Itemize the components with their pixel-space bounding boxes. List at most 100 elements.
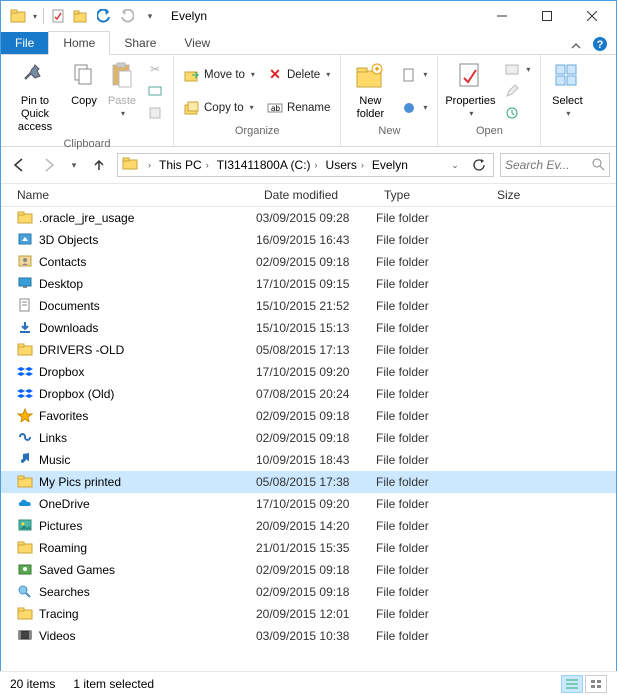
downloads-icon [17, 320, 33, 336]
file-row[interactable]: DRIVERS -OLD05/08/2015 17:13File folder [1, 339, 616, 361]
properties-button[interactable]: Properties ▾ [442, 58, 498, 121]
easy-access-button[interactable]: ▾ [397, 97, 431, 119]
title-bar: ▾ ▾ Evelyn [1, 1, 616, 31]
col-type[interactable]: Type [376, 184, 489, 206]
file-type: File folder [376, 607, 489, 621]
file-name: Downloads [39, 321, 98, 335]
refresh-button[interactable] [467, 153, 491, 177]
crumb-this-pc[interactable]: This PC› [155, 158, 213, 172]
file-row[interactable]: Downloads15/10/2015 15:13File folder [1, 317, 616, 339]
file-row[interactable]: OneDrive17/10/2015 09:20File folder [1, 493, 616, 515]
properties-icon[interactable] [47, 5, 69, 27]
file-name: Dropbox [39, 365, 84, 379]
rename-button[interactable]: abRename [263, 97, 334, 119]
search-box[interactable] [500, 153, 610, 177]
quick-access-toolbar: ▾ ▾ [7, 5, 161, 27]
contacts-icon [17, 254, 33, 270]
paste-button: Paste ▾ [103, 58, 141, 121]
folder-icon [17, 210, 33, 226]
file-name: Links [39, 431, 67, 445]
file-name: Desktop [39, 277, 83, 291]
maximize-button[interactable] [524, 2, 569, 30]
paste-label: Paste [108, 95, 136, 108]
file-row[interactable]: Music10/09/2015 18:43File folder [1, 449, 616, 471]
qat-dropdown-icon[interactable]: ▾ [30, 5, 40, 27]
file-row[interactable]: Dropbox (Old)07/08/2015 20:24File folder [1, 383, 616, 405]
help-icon[interactable]: ? [590, 34, 610, 54]
folder-icon [17, 606, 33, 622]
favorites-icon [17, 408, 33, 424]
undo-icon[interactable] [93, 5, 115, 27]
crumb-users[interactable]: Users› [322, 158, 368, 172]
file-row[interactable]: Searches02/09/2015 09:18File folder [1, 581, 616, 603]
file-row[interactable]: Pictures20/09/2015 14:20File folder [1, 515, 616, 537]
file-row[interactable]: .oracle_jre_usage03/09/2015 09:28File fo… [1, 207, 616, 229]
redo-icon [116, 5, 138, 27]
col-name[interactable]: Name [1, 184, 256, 206]
tab-share[interactable]: Share [110, 32, 170, 54]
minimize-button[interactable] [479, 2, 524, 30]
chevron-down-icon: ▾ [566, 109, 570, 119]
col-size[interactable]: Size [489, 184, 616, 206]
status-bar: 20 items 1 item selected [0, 671, 617, 695]
recent-locations-button[interactable]: ▾ [67, 153, 81, 177]
select-button[interactable]: Select ▾ [545, 58, 589, 121]
delete-icon: ✕ [267, 67, 283, 83]
file-row[interactable]: Desktop17/10/2015 09:15File folder [1, 273, 616, 295]
qat-customize-icon[interactable]: ▾ [139, 5, 161, 27]
chevron-down-icon: ▾ [121, 109, 125, 119]
crumb-drive[interactable]: TI31411800A (C:)› [213, 158, 322, 172]
file-row[interactable]: Favorites02/09/2015 09:18File folder [1, 405, 616, 427]
forward-button [37, 153, 61, 177]
file-row[interactable]: Dropbox17/10/2015 09:20File folder [1, 361, 616, 383]
file-row[interactable]: My Pics printed05/08/2015 17:38File fold… [1, 471, 616, 493]
copy-button[interactable]: Copy [65, 58, 103, 110]
group-select-label [541, 121, 593, 124]
chevron-down-icon: ▾ [326, 70, 330, 79]
back-button[interactable] [7, 153, 31, 177]
file-row[interactable]: Saved Games02/09/2015 09:18File folder [1, 559, 616, 581]
file-row[interactable]: Videos03/09/2015 10:38File folder [1, 625, 616, 647]
tab-home[interactable]: Home [48, 31, 110, 55]
up-button[interactable] [87, 153, 111, 177]
delete-button[interactable]: ✕Delete▾ [263, 64, 334, 86]
file-row[interactable]: Documents15/10/2015 21:52File folder [1, 295, 616, 317]
new-item-button[interactable]: ▾ [397, 64, 431, 86]
file-date: 02/09/2015 09:18 [256, 409, 376, 423]
file-row[interactable]: Roaming21/01/2015 15:35File folder [1, 537, 616, 559]
group-new-label: New [341, 124, 437, 139]
ribbon-tabs: File Home Share View ? [1, 31, 616, 55]
crumb-evelyn[interactable]: Evelyn [368, 158, 412, 172]
col-date[interactable]: Date modified [256, 184, 376, 206]
tab-view[interactable]: View [170, 32, 224, 54]
view-large-button[interactable] [585, 675, 607, 693]
close-button[interactable] [569, 2, 614, 30]
new-folder-icon[interactable] [70, 5, 92, 27]
onedrive-icon [17, 496, 33, 512]
breadcrumb-box[interactable]: › This PC› TI31411800A (C:)› Users› Evel… [117, 153, 494, 177]
paste-shortcut-icon [147, 105, 163, 121]
chevron-down-icon: ▾ [469, 109, 473, 119]
app-folder-icon[interactable] [7, 5, 29, 27]
address-dropdown-icon[interactable]: ⌄ [443, 153, 467, 177]
crumb-caret[interactable]: › [142, 160, 155, 170]
file-type: File folder [376, 365, 489, 379]
history-button[interactable] [500, 102, 534, 124]
file-row[interactable]: 3D Objects16/09/2015 16:43File folder [1, 229, 616, 251]
music-icon [17, 452, 33, 468]
file-date: 10/09/2015 18:43 [256, 453, 376, 467]
file-row[interactable]: Links02/09/2015 09:18File folder [1, 427, 616, 449]
copy-path-button[interactable] [143, 80, 167, 102]
view-details-button[interactable] [561, 675, 583, 693]
tab-file[interactable]: File [1, 32, 48, 54]
move-to-button[interactable]: Move to▾ [180, 64, 259, 86]
collapse-ribbon-icon[interactable] [570, 40, 584, 54]
new-folder-button[interactable]: ✦ New folder [345, 58, 395, 123]
search-input[interactable] [505, 158, 575, 172]
search-icon[interactable] [591, 157, 605, 174]
file-row[interactable]: Tracing20/09/2015 12:01File folder [1, 603, 616, 625]
file-row[interactable]: Contacts02/09/2015 09:18File folder [1, 251, 616, 273]
copy-to-button[interactable]: Copy to▾ [180, 97, 259, 119]
pin-quick-access-button[interactable]: Pin to Quick access [5, 58, 65, 137]
folder-icon [17, 474, 33, 490]
